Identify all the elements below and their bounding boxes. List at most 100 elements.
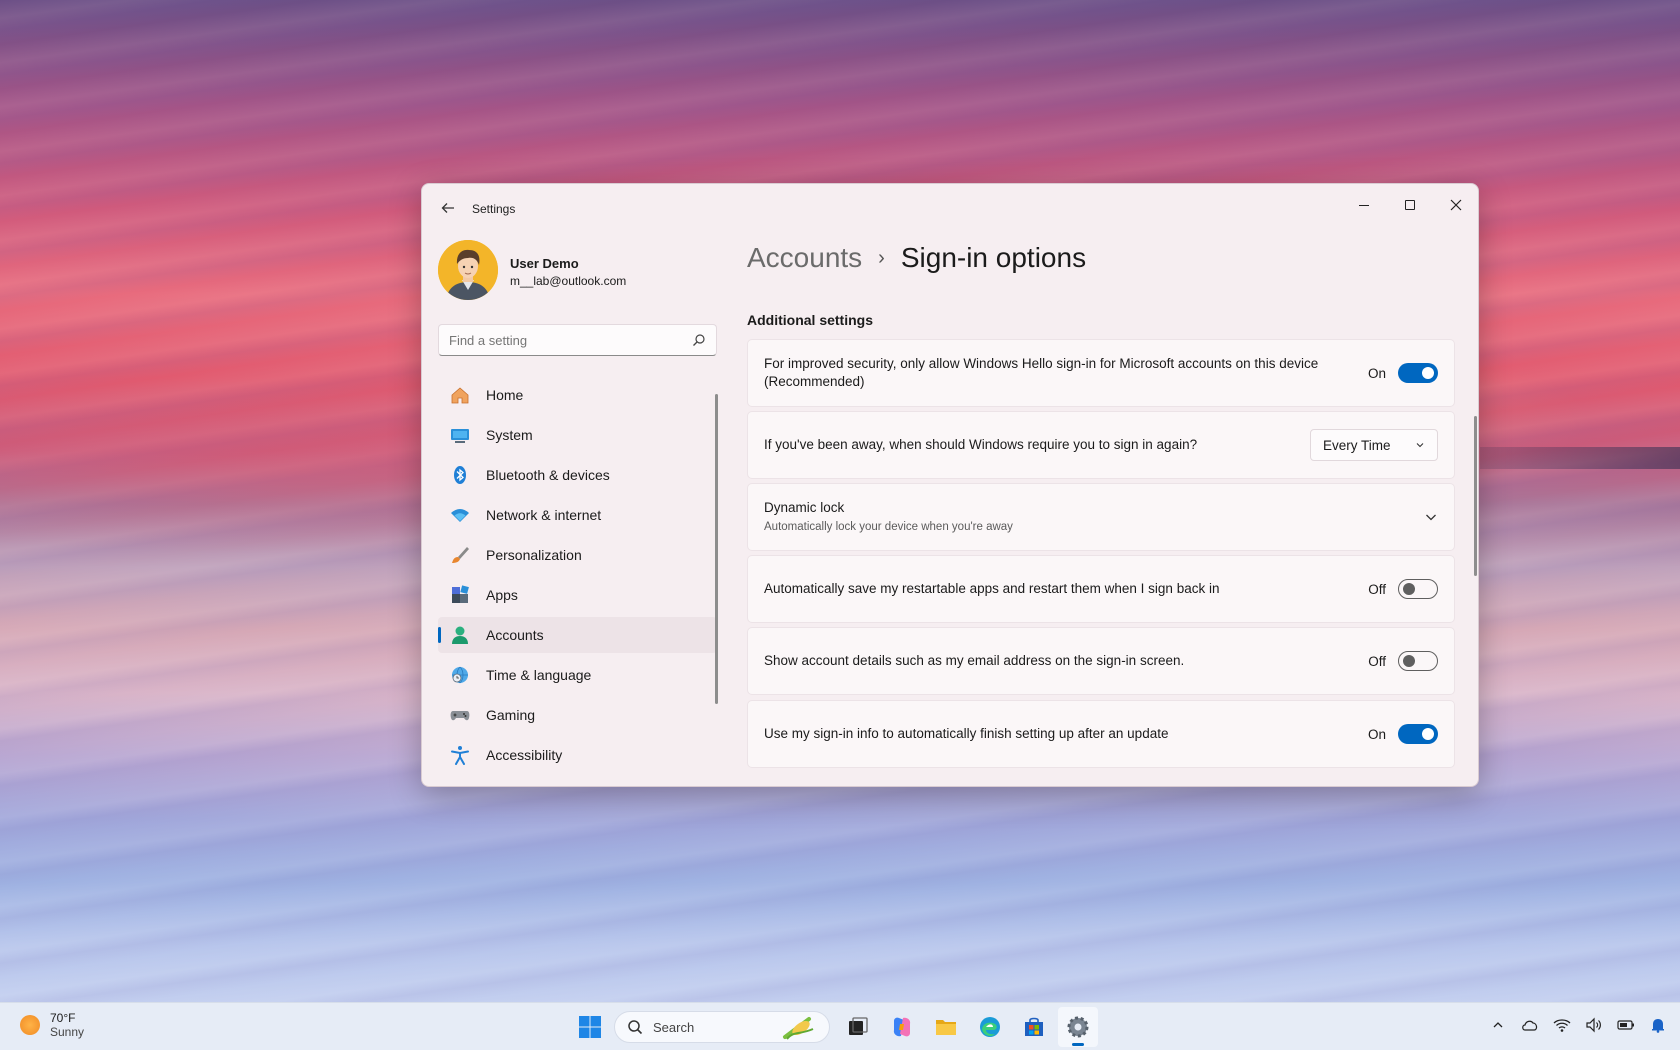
- setting-title: Dynamic lock: [764, 499, 845, 515]
- search-icon: [628, 1020, 643, 1035]
- setting-card-restartable-apps: Automatically save my restartable apps a…: [747, 555, 1455, 623]
- task-view-icon: [849, 1017, 868, 1035]
- title-bar: Settings: [422, 184, 1478, 232]
- sidebar-item-label: Personalization: [486, 547, 582, 563]
- battery-icon[interactable]: [1616, 1015, 1636, 1035]
- hello-only-toggle[interactable]: [1398, 363, 1438, 383]
- chevron-down-icon[interactable]: [1424, 510, 1438, 524]
- copilot-icon: [893, 1017, 911, 1037]
- user-avatar-icon: [438, 240, 498, 300]
- globe-clock-icon: [450, 665, 470, 685]
- system-icon: [450, 425, 470, 445]
- sidebar-item-label: Accounts: [486, 627, 544, 643]
- folder-icon: [936, 1020, 956, 1035]
- sidebar-item-system[interactable]: System: [438, 417, 717, 453]
- close-icon: [1450, 199, 1462, 211]
- toggle-state-label: Off: [1368, 581, 1386, 597]
- sidebar-nav: Home System Bluetooth & devices Network …: [438, 377, 717, 777]
- arrow-left-icon: [441, 203, 454, 213]
- edge-icon: [980, 1017, 1000, 1037]
- section-title: Additional settings: [747, 312, 873, 328]
- setting-subtitle: Automatically lock your device when you'…: [764, 520, 1013, 533]
- sun-icon: [20, 1015, 40, 1035]
- sidebar-item-label: Bluetooth & devices: [486, 467, 610, 483]
- dropdown-value: Every Time: [1323, 437, 1391, 453]
- signin-info-toggle[interactable]: [1398, 724, 1438, 744]
- sidebar-item-bluetooth[interactable]: Bluetooth & devices: [438, 457, 717, 493]
- sidebar-scrollbar[interactable]: [715, 394, 718, 704]
- wifi-icon[interactable]: [1552, 1015, 1572, 1035]
- toggle-group: On: [1352, 363, 1438, 383]
- toggle-state-label: Off: [1368, 653, 1386, 669]
- sidebar-item-label: Gaming: [486, 707, 536, 723]
- accounts-icon: [450, 625, 470, 645]
- taskbar-search-label: Search: [653, 1019, 695, 1035]
- app-title: Settings: [472, 202, 516, 216]
- setting-card-account-details: Show account details such as my email ad…: [747, 627, 1455, 695]
- sidebar-item-accounts[interactable]: Accounts: [438, 617, 717, 653]
- sidebar-item-time-language[interactable]: Time & language: [438, 657, 717, 693]
- sidebar-item-personalization[interactable]: Personalization: [438, 537, 717, 573]
- maximize-button[interactable]: [1388, 190, 1432, 220]
- restartable-apps-toggle[interactable]: [1398, 579, 1438, 599]
- toggle-group: On: [1352, 724, 1438, 744]
- store-button[interactable]: [1014, 1007, 1054, 1047]
- taskbar-apps: Search: [570, 1007, 1102, 1047]
- taskbar-search[interactable]: Search: [614, 1011, 830, 1043]
- require-signin-dropdown[interactable]: Every Time: [1310, 429, 1438, 461]
- minimize-icon: [1359, 204, 1369, 206]
- gear-icon: [1067, 1016, 1089, 1038]
- minimize-button[interactable]: [1342, 190, 1386, 220]
- setting-label: Show account details such as my email ad…: [764, 653, 1185, 668]
- search-input[interactable]: [449, 332, 679, 348]
- setting-card-dynamic-lock[interactable]: Dynamic lock Automatically lock your dev…: [747, 483, 1455, 551]
- notification-bell-icon[interactable]: [1648, 1015, 1668, 1035]
- start-button[interactable]: [570, 1007, 610, 1047]
- setting-card-require-signin: If you've been away, when should Windows…: [747, 411, 1455, 479]
- setting-label: Automatically save my restartable apps a…: [764, 581, 1220, 596]
- sidebar-item-apps[interactable]: Apps: [438, 577, 717, 613]
- weather-temp: 70°F: [50, 1011, 76, 1025]
- sidebar-item-network[interactable]: Network & internet: [438, 497, 717, 533]
- sidebar-item-accessibility[interactable]: Accessibility: [438, 737, 717, 773]
- user-email: m__lab@outlook.com: [510, 274, 627, 288]
- toggle-group: Off: [1352, 651, 1438, 671]
- chevron-up-icon[interactable]: [1488, 1015, 1508, 1035]
- settings-window: Settings User Demo m__lab@outlook.com Fi…: [421, 183, 1479, 787]
- sidebar-item-label: Apps: [486, 587, 518, 603]
- file-explorer-button[interactable]: [926, 1007, 966, 1047]
- store-icon: [1025, 1017, 1043, 1036]
- corn-icon: [783, 1017, 814, 1040]
- content-scrollbar[interactable]: [1474, 416, 1477, 576]
- toggle-knob: [1422, 367, 1434, 379]
- copilot-button[interactable]: [882, 1007, 922, 1047]
- settings-taskbar-button[interactable]: [1058, 1007, 1098, 1047]
- setting-label: Dynamic lock Automatically lock your dev…: [764, 499, 1424, 536]
- apps-icon: [450, 585, 470, 605]
- breadcrumb-parent[interactable]: Accounts: [747, 242, 862, 274]
- setting-label-line1: For improved security, only allow Window…: [764, 356, 1319, 371]
- avatar[interactable]: [438, 240, 498, 300]
- wifi-icon: [450, 505, 470, 525]
- sidebar-item-home[interactable]: Home: [438, 377, 717, 413]
- back-button[interactable]: [434, 196, 462, 220]
- weather-widget[interactable]: 70°F Sunny: [20, 1011, 84, 1039]
- sidebar-item-label: System: [486, 427, 533, 443]
- setting-label-line2: (Recommended): [764, 374, 865, 389]
- windows-logo-icon: [579, 1016, 601, 1038]
- account-details-toggle[interactable]: [1398, 651, 1438, 671]
- edge-button[interactable]: [970, 1007, 1010, 1047]
- close-button[interactable]: [1434, 190, 1478, 220]
- volume-icon[interactable]: [1584, 1015, 1604, 1035]
- onedrive-icon[interactable]: [1520, 1015, 1540, 1035]
- sidebar-item-gaming[interactable]: Gaming: [438, 697, 717, 733]
- accessibility-icon: [450, 745, 470, 765]
- toggle-knob: [1403, 583, 1415, 595]
- task-view-button[interactable]: [838, 1007, 878, 1047]
- search-icon[interactable]: [692, 333, 706, 347]
- toggle-group: Off: [1352, 579, 1438, 599]
- setting-label: If you've been away, when should Windows…: [764, 437, 1198, 452]
- setting-card-hello-only: For improved security, only allow Window…: [747, 339, 1455, 407]
- settings-search[interactable]: [438, 324, 717, 356]
- setting-label: For improved security, only allow Window…: [764, 355, 1352, 391]
